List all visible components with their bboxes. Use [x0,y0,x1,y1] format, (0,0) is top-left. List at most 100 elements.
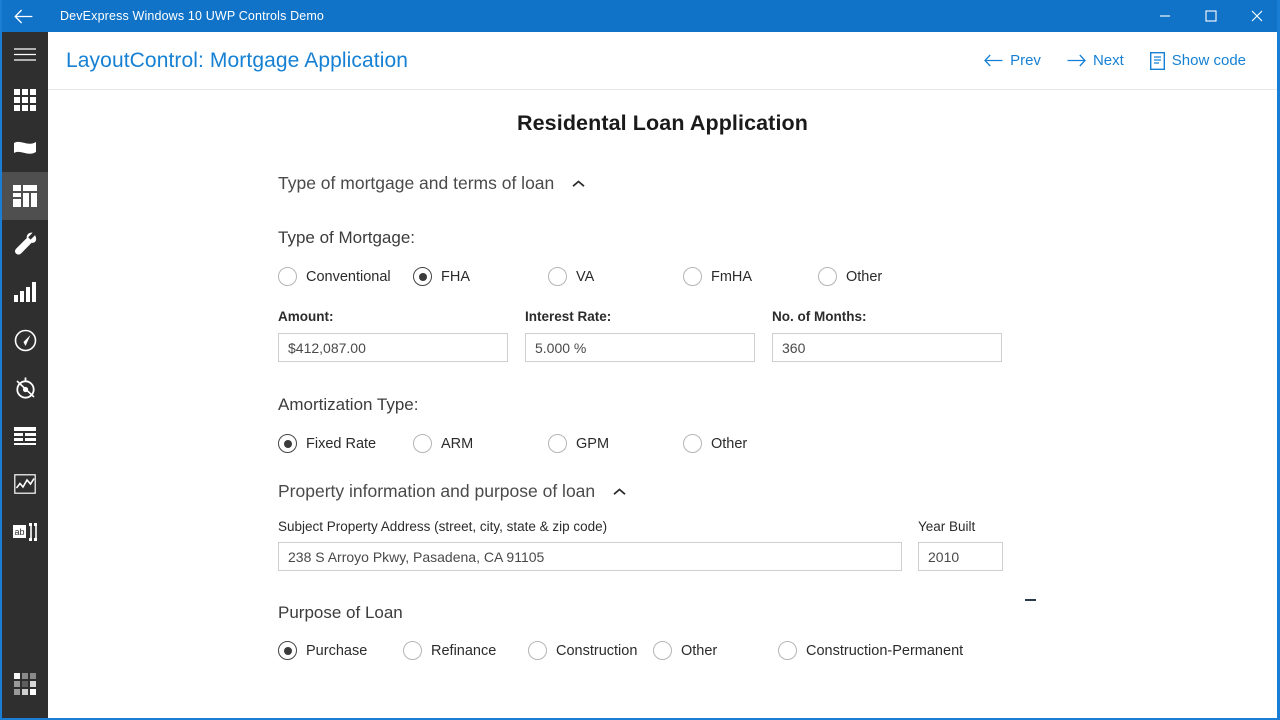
chevron-up-icon[interactable] [613,483,626,501]
app-tiles-icon [14,673,36,695]
chevron-up-icon[interactable] [572,175,585,193]
radio-label: VA [576,268,595,285]
layout-sizer-handle[interactable] [1025,599,1036,601]
app-window: DevExpress Windows 10 UWP Controls Demo [0,0,1280,720]
year-built-field: Year Built 2010 [918,519,1038,571]
radio-label: Fixed Rate [306,435,377,452]
rail-item-charts[interactable] [2,268,48,316]
hamburger-menu-icon [14,47,36,62]
rail-item-navigation[interactable] [2,364,48,412]
radio-indicator [278,641,297,660]
rail-item-layout[interactable] [2,172,48,220]
grid-apps-icon [14,89,36,111]
months-input[interactable]: 360 [772,333,1002,362]
radio-indicator [413,267,432,286]
radio-gpm[interactable]: GPM [548,434,683,453]
rail-item-apps[interactable] [2,76,48,124]
radio-conventional[interactable]: Conventional [278,267,413,286]
radio-label: Other [846,268,883,285]
radio-label: Conventional [306,268,391,285]
menu-toggle[interactable] [2,32,48,76]
radio-indicator [683,267,702,286]
subject-address-field: Subject Property Address (street, city, … [278,519,918,571]
amortization-type-label: Amortization Type: [278,395,419,414]
radio-other-purpose[interactable]: Other [653,641,778,660]
radio-label: Purchase [306,642,368,659]
next-label: Next [1092,52,1124,69]
radio-construction[interactable]: Construction [528,641,653,660]
minimize-button[interactable] [1142,0,1188,32]
months-label: No. of Months: [772,309,867,324]
prev-button[interactable]: Prev [975,46,1050,75]
radio-construction-permanent[interactable]: Construction-Permanent [778,641,963,660]
radio-indicator [548,434,567,453]
type-of-mortgage-radio-group: Conventional FHA VA FmHA Other [278,267,1257,286]
compass-icon [14,377,37,400]
radio-indicator [528,641,547,660]
form-body: Type of mortgage and terms of loan Type … [48,173,1277,660]
radio-fmha[interactable]: FmHA [683,267,818,286]
radio-indicator [548,267,567,286]
interest-rate-label: Interest Rate: [525,309,612,324]
prev-label: Prev [1010,52,1041,69]
rail-item-tools[interactable] [2,220,48,268]
rail-item-tiles[interactable] [2,660,48,708]
table-grid-icon [14,427,36,445]
amount-input[interactable]: $412,087.00 [278,333,508,362]
interest-rate-input[interactable]: 5.000 % [525,333,755,362]
radio-label: FHA [441,268,470,285]
layout-control-icon [13,185,37,207]
rail-item-datagrid[interactable] [2,412,48,460]
interest-rate-field: Interest Rate: 5.000 % [525,309,772,362]
type-of-mortgage-label: Type of Mortgage: [278,228,416,247]
page-title: LayoutControl: Mortgage Application [66,48,409,72]
rail-item-ribbon[interactable] [2,124,48,172]
arrow-right-icon [1067,54,1086,67]
radio-arm[interactable]: ARM [413,434,548,453]
radio-indicator [278,267,297,286]
radio-other-amortization[interactable]: Other [683,434,818,453]
radio-label: Construction [556,642,638,659]
window-controls [1142,0,1277,32]
purpose-of-loan-radio-group: Purchase Refinance Construction Other Co… [278,641,1257,660]
loan-terms-row: Amount: $412,087.00 Interest Rate: 5.000… [278,309,1257,362]
maximize-button[interactable] [1188,0,1234,32]
radio-label: Other [711,435,748,452]
sparkline-icon [14,474,36,494]
radio-other-mortgage[interactable]: Other [818,267,953,286]
radio-fha[interactable]: FHA [413,267,548,286]
subject-address-input[interactable]: 238 S Arroyo Pkwy, Pasadena, CA 91105 [278,542,902,571]
radio-label: Construction-Permanent [806,642,964,659]
radio-va[interactable]: VA [548,267,683,286]
radio-refinance[interactable]: Refinance [403,641,528,660]
show-code-button[interactable]: Show code [1141,46,1255,76]
radio-label: Refinance [431,642,497,659]
year-built-label: Year Built [918,519,976,534]
bar-chart-icon [14,282,36,302]
page-header: LayoutControl: Mortgage Application Prev [48,32,1277,90]
radio-fixed-rate[interactable]: Fixed Rate [278,434,413,453]
rail-item-editors[interactable]: ab [2,508,48,556]
back-button[interactable] [2,0,46,32]
rail-item-gauges[interactable] [2,316,48,364]
next-button[interactable]: Next [1058,46,1133,75]
ribbon-flag-icon [13,140,37,156]
radio-label: Other [681,642,718,659]
amount-field: Amount: $412,087.00 [278,309,525,362]
arrow-left-icon [984,54,1003,67]
radio-indicator [778,641,797,660]
group-title: Type of mortgage and terms of loan [278,173,555,193]
close-button[interactable] [1234,0,1277,32]
document-icon [1149,51,1165,70]
group-title: Property information and purpose of loan [278,481,596,501]
rail-item-sparkline[interactable] [2,460,48,508]
wrench-icon [13,232,37,256]
months-field: No. of Months: 360 [772,309,1019,362]
group-header-property-info[interactable]: Property information and purpose of loan [278,481,626,502]
amount-label: Amount: [278,309,334,324]
group-header-mortgage-terms[interactable]: Type of mortgage and terms of loan [278,173,585,194]
window-title: DevExpress Windows 10 UWP Controls Demo [60,9,325,23]
radio-purchase[interactable]: Purchase [278,641,403,660]
year-built-input[interactable]: 2010 [918,542,1003,571]
radio-indicator [818,267,837,286]
